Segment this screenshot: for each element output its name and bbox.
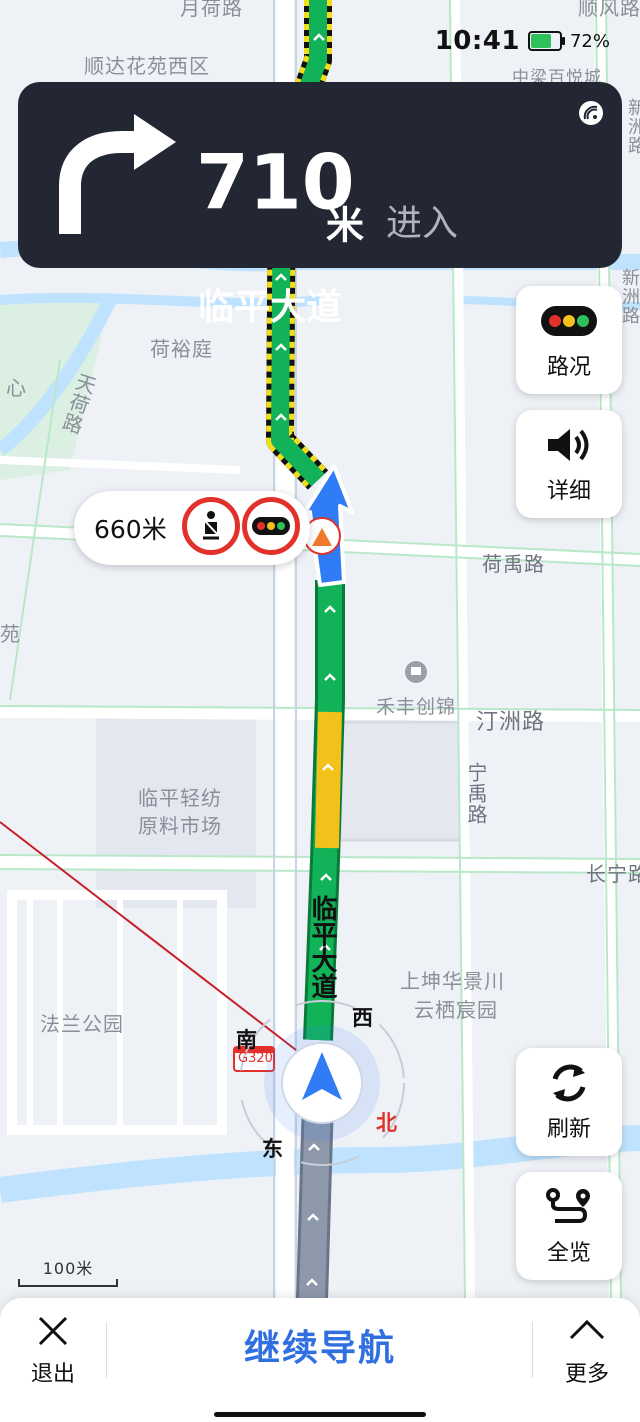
compass-west: 西 <box>352 1006 373 1030</box>
route-slow <box>315 711 342 849</box>
status-time: 10:41 <box>434 26 520 56</box>
map-label-area: 苑 <box>0 622 21 646</box>
traffic-light-glyph <box>252 517 290 535</box>
overview-button[interactable]: 全览 <box>516 1172 622 1280</box>
traffic-button-label: 路况 <box>546 355 591 380</box>
refresh-button-label: 刷新 <box>546 1117 591 1142</box>
home-indicator[interactable] <box>214 1412 426 1417</box>
next-road-name: 临平大道 <box>198 287 343 328</box>
divider <box>106 1322 107 1378</box>
map-label-road: 荷禹路 <box>482 552 545 576</box>
distance-unit: 米 <box>326 203 365 248</box>
map-scale: 100米 <box>18 1255 118 1287</box>
map-label-area: 顺达花苑西区 <box>84 54 210 78</box>
continue-navigation-button[interactable]: 继续导航 <box>110 1316 530 1382</box>
more-label: 更多 <box>564 1362 609 1387</box>
map-label-area: 上坤华景川 <box>400 969 505 993</box>
more-button[interactable]: 更多 <box>554 1314 620 1388</box>
close-icon <box>38 1316 68 1346</box>
guidance-panel: 710 米 进入 临平大道 <box>18 82 622 328</box>
traffic-button[interactable]: 路况 <box>516 286 622 394</box>
scale-bar <box>18 1279 118 1287</box>
refresh-icon <box>547 1061 591 1105</box>
map-label-road: 汀洲路 <box>476 710 546 735</box>
route-overview-icon <box>545 1185 593 1229</box>
upcoming-alert[interactable]: 660米 <box>74 491 310 565</box>
map-label-area: 法兰公园 <box>40 1012 124 1036</box>
poi-pin-icon-shape <box>411 667 421 675</box>
battery-percent: 72% <box>569 30 610 52</box>
overview-button-label: 全览 <box>546 1241 591 1266</box>
seatbelt-glyph <box>203 511 219 540</box>
turn-right-arrow-icon <box>59 114 176 234</box>
map-label-road: 月荷路 <box>180 0 243 20</box>
map-label-road: 宁禹路 <box>464 762 488 825</box>
divider <box>532 1322 533 1378</box>
alert-distance: 660米 <box>94 515 167 544</box>
map-label-poi: 禾丰创锦 <box>376 696 457 718</box>
exit-label: 退出 <box>30 1362 75 1387</box>
refresh-button[interactable]: 刷新 <box>516 1048 622 1156</box>
scale-text: 100米 <box>42 1259 94 1278</box>
map-label-area: 原料市场 <box>138 814 222 838</box>
map-label-area: 云栖宸园 <box>414 998 498 1022</box>
traffic-light-icon <box>541 299 597 343</box>
map-label-road: 新洲路 <box>625 98 640 155</box>
map-label-area: 心 <box>6 376 27 400</box>
compass-south: 南 <box>236 1028 257 1052</box>
bottom-bar: 退出 继续导航 更多 <box>0 1298 640 1422</box>
compass-north: 北 <box>376 1111 397 1135</box>
action-text: 进入 <box>386 203 459 244</box>
battery-icon <box>527 31 565 51</box>
map-label-area: 临平轻纺 <box>138 786 222 810</box>
exit-button[interactable]: 退出 <box>20 1314 86 1388</box>
battery-fill <box>530 34 551 48</box>
gps-signal-icon <box>579 101 603 125</box>
chevron-up-icon <box>569 1319 605 1340</box>
speaker-icon <box>546 423 592 467</box>
road-name-label: 临平大道 <box>307 895 337 999</box>
seatbelt-sign-icon <box>182 497 240 555</box>
detail-button[interactable]: 详细 <box>516 410 622 518</box>
compass-east: 东 <box>262 1137 283 1161</box>
traffic-light-sign-icon <box>242 497 300 555</box>
map-label-road: 顺风路 <box>578 0 640 20</box>
map-label-road: 长宁路 <box>586 862 640 886</box>
detail-button-label: 详细 <box>546 479 591 504</box>
map-block <box>338 720 462 842</box>
map-label-area: 荷裕庭 <box>150 337 213 361</box>
status-bar: 10:41 72% <box>435 26 610 56</box>
